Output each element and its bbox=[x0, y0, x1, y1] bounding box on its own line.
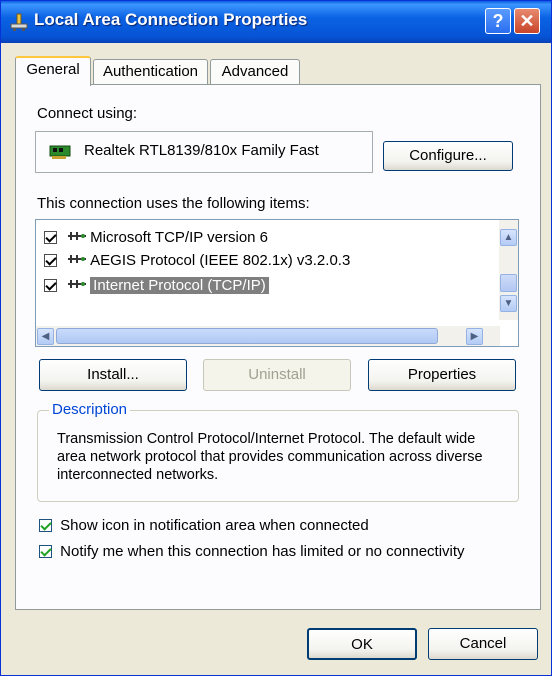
list-item-selected[interactable]: Internet Protocol (TCP/IP) bbox=[44, 275, 269, 297]
close-button[interactable]: ✕ bbox=[514, 8, 540, 34]
properties-window: Local Area Connection Properties ? ✕ Gen… bbox=[0, 0, 552, 676]
adapter-box: Realtek RTL8139/810x Family Fast bbox=[35, 131, 373, 173]
horizontal-scrollbar[interactable]: ◀ ▶ bbox=[36, 326, 500, 346]
tab-general[interactable]: General bbox=[15, 56, 91, 86]
item-checkbox[interactable] bbox=[44, 254, 57, 267]
item-label-selected: Internet Protocol (TCP/IP) bbox=[90, 277, 269, 294]
show-icon-option[interactable]: Show icon in notification area when conn… bbox=[39, 517, 369, 534]
title-bar[interactable]: Local Area Connection Properties ? ✕ bbox=[1, 1, 551, 43]
item-label: Microsoft TCP/IP version 6 bbox=[90, 229, 269, 246]
network-protocol-icon bbox=[68, 280, 87, 288]
item-label: AEGIS Protocol (IEEE 802.1x) v3.2.0.3 bbox=[90, 252, 351, 269]
horizontal-scroll-thumb[interactable] bbox=[56, 328, 438, 344]
tab-advanced[interactable]: Advanced bbox=[210, 59, 300, 85]
scroll-down-icon[interactable]: ▼ bbox=[500, 295, 517, 312]
vertical-scrollbar[interactable]: ▲ ▼ bbox=[499, 220, 518, 320]
uninstall-button[interactable]: Uninstall bbox=[203, 359, 351, 391]
network-connection-icon bbox=[10, 13, 28, 31]
install-button[interactable]: Install... bbox=[39, 359, 187, 391]
scroll-left-icon[interactable]: ◀ bbox=[37, 328, 54, 345]
list-item[interactable]: Microsoft TCP/IP version 6 bbox=[44, 227, 268, 249]
notify-option[interactable]: Notify me when this connection has limit… bbox=[39, 543, 465, 560]
network-protocol-icon bbox=[68, 255, 87, 263]
item-checkbox[interactable] bbox=[44, 279, 57, 292]
help-button[interactable]: ? bbox=[485, 8, 511, 34]
list-item[interactable]: AEGIS Protocol (IEEE 802.1x) v3.2.0.3 bbox=[44, 250, 350, 272]
item-checkbox[interactable] bbox=[44, 231, 57, 244]
adapter-name: Realtek RTL8139/810x Family Fast bbox=[84, 142, 319, 159]
tab-general-label: General bbox=[26, 61, 80, 78]
network-protocol-icon bbox=[68, 232, 87, 240]
items-list[interactable]: Microsoft TCP/IP version 6 AEGIS Protoco… bbox=[35, 219, 519, 347]
tab-authentication-label: Authentication bbox=[102, 63, 199, 80]
description-title: Description bbox=[49, 401, 131, 418]
notify-label: Notify me when this connection has limit… bbox=[60, 543, 465, 560]
window-title: Local Area Connection Properties bbox=[34, 10, 308, 29]
properties-button[interactable]: Properties bbox=[368, 359, 516, 391]
connect-using-label: Connect using: bbox=[37, 105, 138, 122]
description-text: Transmission Control Protocol/Internet P… bbox=[57, 431, 483, 483]
ok-button[interactable]: OK bbox=[307, 628, 417, 660]
configure-button[interactable]: Configure... bbox=[383, 141, 513, 171]
vertical-scroll-thumb[interactable] bbox=[500, 274, 517, 292]
notify-checkbox[interactable] bbox=[39, 545, 52, 558]
cancel-button[interactable]: Cancel bbox=[428, 628, 538, 660]
items-label: This connection uses the following items… bbox=[37, 195, 310, 212]
show-icon-checkbox[interactable] bbox=[39, 519, 52, 532]
network-card-icon bbox=[49, 145, 71, 159]
scroll-up-icon[interactable]: ▲ bbox=[500, 229, 517, 246]
tab-authentication[interactable]: Authentication bbox=[93, 59, 208, 85]
scroll-right-icon[interactable]: ▶ bbox=[466, 328, 483, 345]
show-icon-label: Show icon in notification area when conn… bbox=[60, 517, 369, 534]
tab-advanced-label: Advanced bbox=[221, 63, 289, 80]
